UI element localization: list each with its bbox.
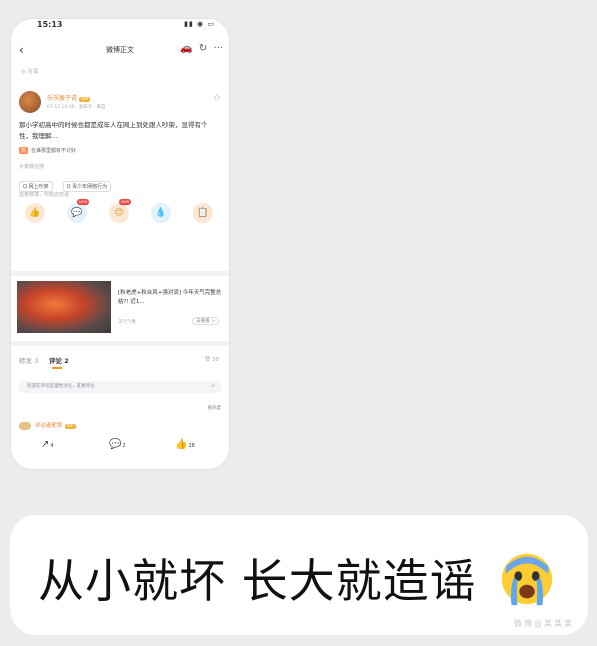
- bottom-bar: ↗4 💬2 👍28: [11, 439, 229, 461]
- sort-button[interactable]: 按热度: [208, 405, 222, 411]
- username[interactable]: 乐乐猴子说 VIP: [47, 93, 91, 102]
- news-button[interactable]: 去看看 >: [192, 317, 219, 325]
- commenter-avatar: [19, 421, 31, 430]
- watermark: 微博@某某某: [514, 619, 574, 628]
- reaction-label: 这条微博，你想这样说: [19, 192, 70, 198]
- tab-repost[interactable]: 转发 3: [19, 355, 38, 365]
- crying-face-icon: [501, 553, 553, 606]
- star-icon[interactable]: ☆: [213, 93, 221, 103]
- post-content: 那小学初高中的时候也都是成年人在网上到处跟人吵架，显得有个性，我理解...: [19, 121, 208, 140]
- phone-screenshot: 15:13 ▮▮ ◉ ▭ ‹ 微博正文 🚗 ↻ ··· ◎ 分享 乐乐猴子说 VI…: [10, 18, 230, 470]
- news-source: 天气气象: [118, 320, 136, 325]
- vip-badge: VIP: [64, 424, 76, 429]
- divider: [11, 271, 229, 276]
- message-text: 从小就坏 长大就造谣: [38, 554, 477, 608]
- news-title: [秋老虎+秋台风+强对流] 今年天气完整总结?! 近1...: [118, 290, 222, 305]
- reaction-row: 👍 💬 NEW 😊 NEW 💧 📋: [25, 199, 215, 227]
- topic-tag[interactable]: 热在谁那里都有不讨好: [19, 147, 76, 154]
- hot-badge: 热: [19, 147, 29, 154]
- share-tag[interactable]: ◎ 分享: [21, 67, 39, 75]
- status-time: 15:13: [37, 20, 63, 29]
- vip-badge: VIP: [79, 97, 91, 102]
- nav-actions: 🚗 ↻ ···: [177, 43, 223, 54]
- news-card[interactable]: [秋老虎+秋台风+强对流] 今年天气完整总结?! 近1... 天气气象 去看看 …: [17, 281, 223, 336]
- search-chip[interactable]: Q 青少年网络行为: [62, 181, 112, 192]
- message-bubble: 从小就坏 长大就造谣 微博@某某某: [10, 515, 588, 635]
- divider: [11, 341, 229, 346]
- comment-icon[interactable]: 💬2: [109, 439, 126, 450]
- post-meta: 07-12 19:36 · 发布于 · 来自: [47, 105, 106, 110]
- smile-icon[interactable]: 😊 NEW: [109, 199, 132, 223]
- like-icon[interactable]: 👍28: [175, 439, 195, 450]
- thumbs-up-icon[interactable]: 👍: [25, 203, 45, 223]
- commenter[interactable]: 评论者昵称 VIP: [19, 421, 76, 430]
- new-badge: NEW: [119, 199, 132, 205]
- news-image: [17, 281, 111, 333]
- car-icon[interactable]: 🚗: [180, 43, 192, 54]
- tab-comment[interactable]: 评论 2: [49, 355, 69, 365]
- comment-notice: 欢迎在评论区理性讨论，友善评论 ×: [19, 381, 221, 393]
- search-chips: Q 网上吵架 Q 青少年网络行为: [19, 173, 116, 192]
- new-badge: NEW: [77, 199, 90, 205]
- refresh-icon[interactable]: ↻: [199, 43, 207, 54]
- clipboard-icon[interactable]: 📋: [193, 203, 213, 223]
- nav-bar: ‹ 微博正文 🚗 ↻ ···: [11, 41, 229, 61]
- tab-underline: [52, 367, 62, 369]
- more-icon[interactable]: ···: [213, 43, 223, 54]
- drop-icon[interactable]: 💧: [151, 203, 171, 223]
- status-bar: 15:13 ▮▮ ◉ ▭: [11, 19, 229, 33]
- share-icon[interactable]: ↗4: [41, 439, 54, 450]
- tab-like[interactable]: 赞 30: [205, 355, 219, 363]
- avatar[interactable]: [19, 91, 41, 113]
- related-label: 大家都在搜: [19, 164, 45, 170]
- status-icons: ▮▮ ◉ ▭: [184, 20, 215, 28]
- chat-icon[interactable]: 💬 NEW: [67, 199, 90, 223]
- close-icon[interactable]: ×: [211, 381, 215, 393]
